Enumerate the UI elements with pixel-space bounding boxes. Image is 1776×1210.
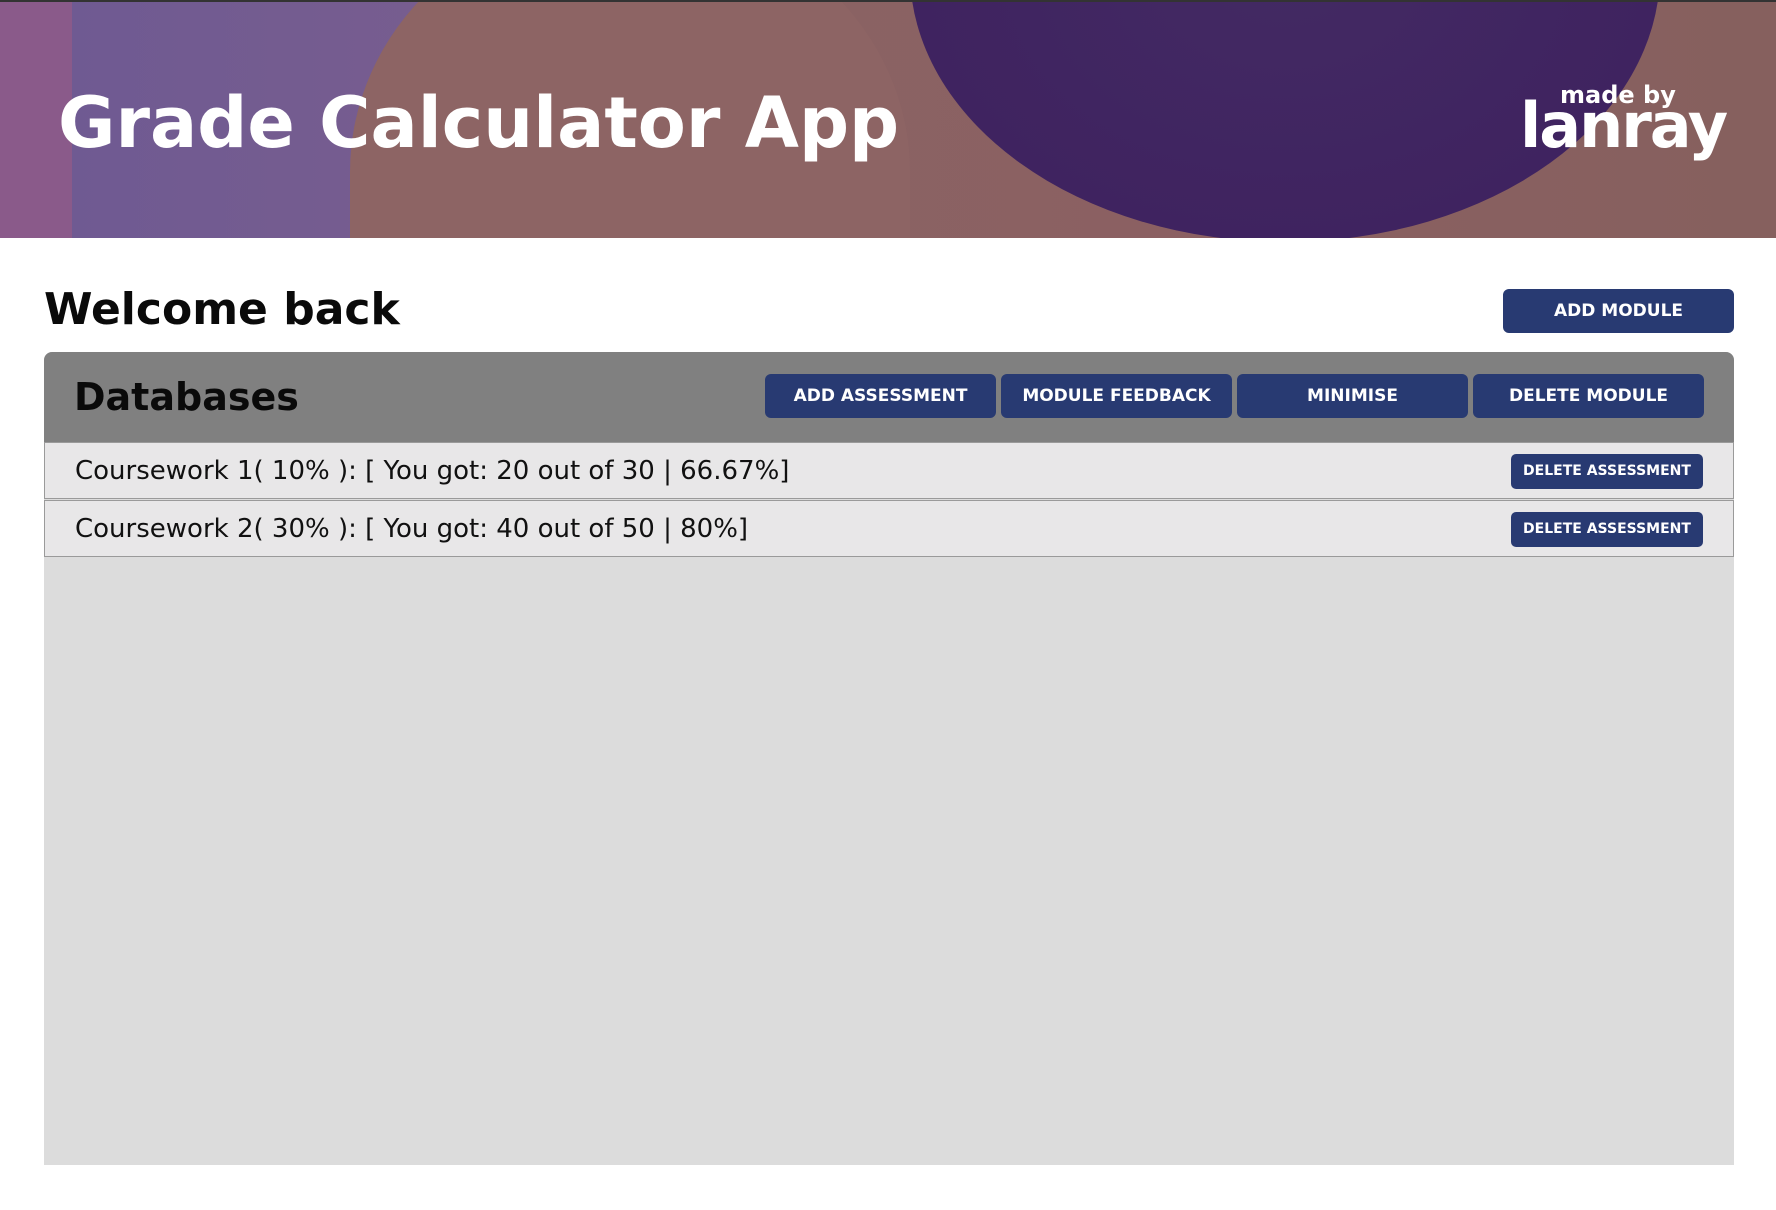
add-assessment-button[interactable]: ADD ASSESSMENT bbox=[765, 374, 996, 418]
module-header: Databases ADD ASSESSMENT MODULE FEEDBACK… bbox=[44, 352, 1734, 442]
app-title: Grade Calculator App bbox=[58, 82, 900, 164]
delete-module-button[interactable]: DELETE MODULE bbox=[1473, 374, 1704, 418]
welcome-heading: Welcome back bbox=[44, 284, 400, 335]
assessment-row: Coursework 1( 10% ): [ You got: 20 out o… bbox=[44, 442, 1734, 499]
assessment-text: Coursework 1( 10% ): [ You got: 20 out o… bbox=[75, 456, 790, 486]
module-feedback-button[interactable]: MODULE FEEDBACK bbox=[1001, 374, 1232, 418]
delete-assessment-button[interactable]: DELETE ASSESSMENT bbox=[1511, 512, 1703, 547]
assessment-text: Coursework 2( 30% ): [ You got: 40 out o… bbox=[75, 514, 749, 544]
brand-logo: made by lanray bbox=[1520, 82, 1730, 172]
module-card: Databases ADD ASSESSMENT MODULE FEEDBACK… bbox=[44, 352, 1734, 1165]
module-title: Databases bbox=[74, 375, 299, 419]
header-banner: Grade Calculator App made by lanray bbox=[0, 0, 1776, 238]
minimise-button[interactable]: MINIMISE bbox=[1237, 374, 1468, 418]
logo-brand: lanray bbox=[1520, 89, 1728, 162]
add-module-button[interactable]: ADD MODULE bbox=[1503, 289, 1734, 333]
assessment-row: Coursework 2( 30% ): [ You got: 40 out o… bbox=[44, 500, 1734, 557]
delete-assessment-button[interactable]: DELETE ASSESSMENT bbox=[1511, 454, 1703, 489]
